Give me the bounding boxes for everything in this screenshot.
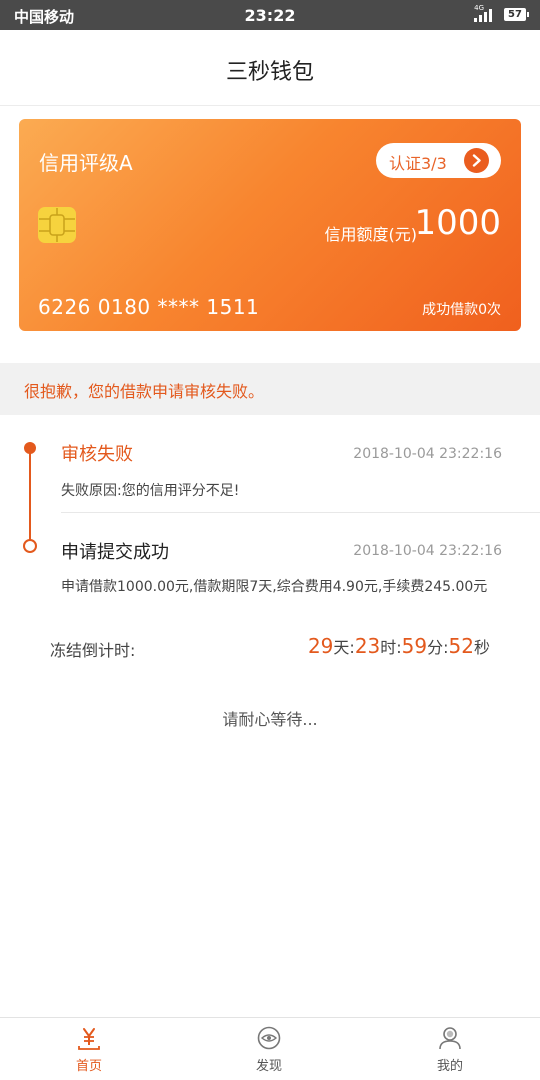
countdown-days-unit: 天:: [333, 638, 355, 657]
credit-rating: 信用评级A: [39, 151, 133, 175]
nav-label: 我的: [436, 1059, 463, 1074]
divider: [61, 512, 540, 513]
user-icon: [438, 1026, 462, 1050]
countdown-label: 冻结倒计时:: [50, 641, 136, 660]
credit-card: 信用评级A 认证3/3 信用额度(元) 1000 6226 0180 **** …: [19, 119, 521, 331]
card-number: 6226 0180 **** 1511: [38, 295, 260, 319]
page-title: 三秒钱包: [225, 60, 314, 85]
event-title: 审核失败: [61, 444, 133, 465]
event-description: 失败原因:您的信用评分不足!: [61, 483, 240, 499]
battery-icon: 57: [504, 8, 529, 21]
countdown-hours-unit: 时:: [380, 638, 402, 657]
event-description: 申请借款1000.00元,借款期限7天,综合费用4.90元,手续费245.00元: [61, 579, 488, 595]
failure-notice: 很抱歉，您的借款申请审核失败。: [0, 363, 540, 415]
event-title: 申请提交成功: [61, 542, 169, 563]
countdown-minutes-unit: 分:: [427, 638, 449, 657]
app-header: 三秒钱包: [0, 30, 540, 106]
countdown-minutes: 59: [401, 634, 428, 658]
signal-icon: [474, 8, 496, 22]
status-bar: 中国移动 23:22 4G 57: [0, 0, 540, 30]
status-clock: 23:22: [244, 6, 296, 25]
event-time: 2018-10-04 23:22:16: [353, 543, 502, 559]
countdown-seconds-unit: 秒: [473, 638, 490, 657]
failure-notice-text: 很抱歉，您的借款申请审核失败。: [24, 382, 265, 401]
timeline-dot: [23, 539, 37, 553]
nav-label: 首页: [75, 1059, 102, 1074]
bottom-nav: 首页 发现 我的: [0, 1017, 540, 1080]
nav-item-mine[interactable]: 我的: [400, 1018, 500, 1080]
yuan-icon: [77, 1026, 101, 1050]
countdown-hours: 23: [354, 634, 381, 658]
nav-item-home[interactable]: 首页: [39, 1018, 139, 1080]
verify-button[interactable]: 认证3/3: [376, 143, 501, 178]
countdown-timer: 29天:23时:59分:52秒: [308, 634, 490, 658]
timeline-line: [29, 450, 31, 546]
credit-limit-label: 信用额度(元): [324, 225, 418, 244]
countdown-seconds: 52: [448, 634, 474, 658]
borrow-count: 成功借款0次: [422, 302, 501, 318]
wait-message: 请耐心等待...: [222, 710, 318, 729]
nav-item-discover[interactable]: 发现: [219, 1018, 319, 1080]
countdown-days: 29: [307, 634, 334, 658]
credit-limit-value: 1000: [414, 203, 501, 243]
event-time: 2018-10-04 23:22:16: [353, 446, 502, 462]
card-chip-icon: [38, 207, 76, 243]
chevron-right-icon: [464, 148, 489, 173]
eye-icon: [257, 1026, 281, 1050]
timeline-dot-active: [24, 442, 36, 454]
nav-label: 发现: [255, 1059, 282, 1074]
verify-label: 认证3/3: [389, 154, 447, 173]
